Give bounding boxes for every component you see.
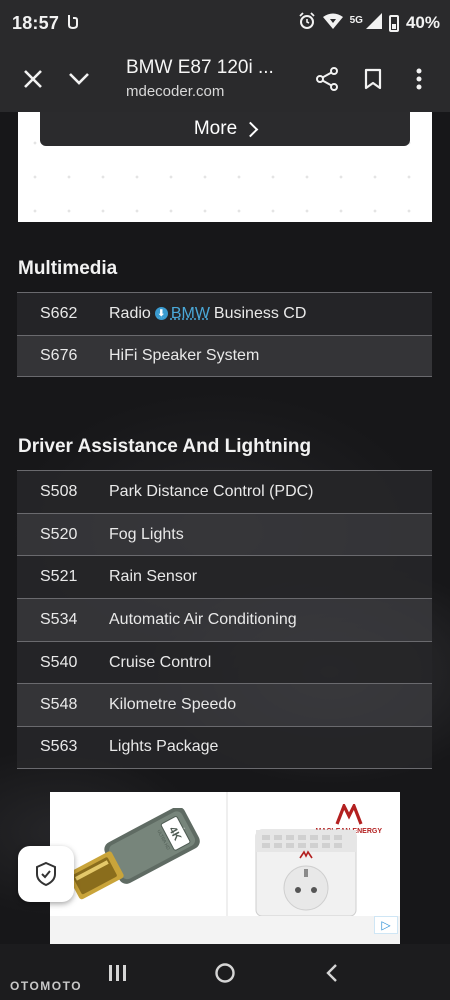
share-icon[interactable]	[304, 56, 350, 102]
ad-bottom-strip: ▷	[50, 916, 400, 944]
option-code: S676	[40, 347, 78, 365]
status-bar: 18:57 5G 40%	[0, 0, 450, 46]
network-type: 5G	[349, 14, 363, 26]
ad-choices-icon[interactable]: ▷	[374, 916, 398, 934]
status-time: 18:57	[12, 12, 60, 33]
page-title: BMW E87 120i ...	[126, 57, 274, 79]
brand-text: BMW	[170, 304, 210, 322]
advertisement-banner[interactable]: 4K ULTRA HD MACLEAN ENERGY	[50, 792, 400, 944]
option-code: S508	[40, 482, 78, 500]
page: 18:57 5G 40% BMW E87 120i ... mdecoder.c…	[0, 0, 450, 1000]
table-row: S548 Kilometre Speedo	[17, 683, 432, 727]
web-content[interactable]: More Multimedia S662 Radio ⬇ BMW Busines…	[0, 112, 450, 944]
page-url: mdecoder.com	[126, 82, 225, 100]
chevron-right-icon	[242, 121, 259, 137]
brand-logo-icon	[335, 802, 363, 825]
more-button-label: More	[193, 118, 238, 139]
battery-icon	[388, 14, 399, 32]
more-button[interactable]: More	[40, 112, 410, 146]
system-nav-bar: OTOMOTO	[0, 944, 450, 1000]
status-icons: 5G 40%	[298, 12, 440, 34]
timer-socket-image	[255, 829, 357, 916]
option-code: S534	[40, 610, 78, 628]
option-code: S563	[40, 738, 78, 756]
section-heading-driver-assistance: Driver Assistance And Lightning	[18, 436, 312, 457]
option-description: Rain Sensor	[109, 568, 198, 586]
option-code: S540	[40, 653, 78, 671]
recents-icon[interactable]	[103, 958, 133, 988]
signal-icon	[365, 13, 382, 33]
table-row: S521 Rain Sensor	[17, 555, 432, 599]
back-icon[interactable]	[317, 958, 347, 988]
wifi-icon	[322, 13, 343, 33]
shield-icon	[36, 861, 56, 887]
option-code: S521	[40, 568, 78, 586]
table-row: S563 Lights Package	[17, 726, 432, 769]
section-heading-multimedia: Multimedia	[18, 258, 118, 279]
option-description: Fog Lights	[109, 525, 184, 543]
option-description: Park Distance Control (PDC)	[109, 482, 314, 500]
link-icon: ⬇	[154, 307, 168, 321]
desc-prefix: Radio	[109, 304, 151, 322]
brand-link[interactable]: ⬇ BMW	[154, 304, 210, 323]
close-icon[interactable]	[10, 56, 56, 102]
table-row: S676 HiFi Speaker System	[17, 334, 432, 378]
custom-tab-toolbar: BMW E87 120i ... mdecoder.com	[0, 46, 450, 112]
option-description: HiFi Speaker System	[109, 347, 260, 365]
bookmark-icon[interactable]	[350, 56, 396, 102]
option-description: Radio ⬇ BMW Business CD	[109, 305, 432, 323]
toolbar-titles[interactable]: BMW E87 120i ... mdecoder.com	[126, 57, 304, 101]
option-code: S520	[40, 525, 78, 543]
home-icon[interactable]	[210, 958, 240, 988]
chevron-down-icon[interactable]	[56, 56, 102, 102]
option-description: Automatic Air Conditioning	[109, 610, 297, 628]
notification-icon	[66, 13, 80, 33]
more-vert-icon[interactable]	[396, 56, 442, 102]
option-description: Lights Package	[109, 738, 219, 756]
multimedia-table: S662 Radio ⬇ BMW Business CD S676 HiFi S…	[17, 292, 432, 378]
driver-assistance-table: S508 Park Distance Control (PDC) S520 Fo…	[17, 470, 432, 769]
table-row: S508 Park Distance Control (PDC)	[17, 470, 432, 513]
desc-suffix: Business CD	[213, 304, 307, 322]
option-code: S662	[40, 304, 78, 322]
option-description: Kilometre Speedo	[109, 696, 237, 714]
table-row: S520 Fog Lights	[17, 512, 432, 556]
option-description: Cruise Control	[109, 653, 212, 671]
watermark: OTOMOTO	[10, 979, 83, 993]
option-code: S548	[40, 696, 78, 714]
table-row: S534 Automatic Air Conditioning	[17, 598, 432, 641]
alarm-icon	[298, 12, 316, 34]
ad-divider	[226, 792, 228, 916]
hdmi-adapter-image: 4K ULTRA HD	[67, 808, 200, 900]
table-row: S662 Radio ⬇ BMW Business CD	[17, 292, 432, 335]
options-card: More	[18, 112, 432, 222]
battery-percent: 40%	[405, 13, 440, 32]
toolbar-actions	[304, 56, 442, 102]
table-row: S540 Cruise Control	[17, 640, 432, 684]
privacy-shield-button[interactable]	[18, 846, 74, 902]
